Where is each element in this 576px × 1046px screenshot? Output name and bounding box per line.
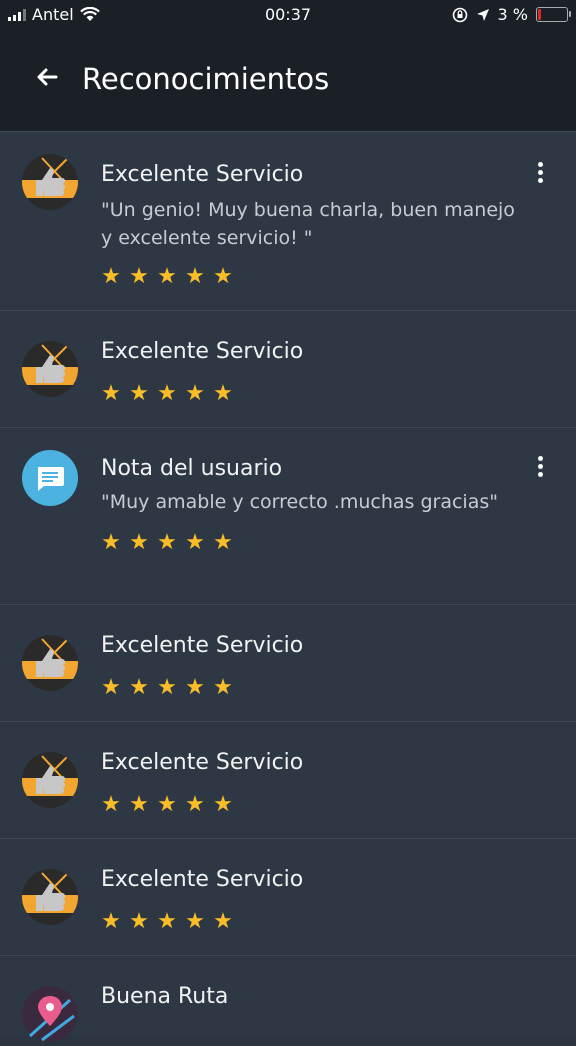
thumbs-up-icon [22, 752, 78, 808]
star-icon: ★ [129, 381, 149, 406]
list-item[interactable]: Nota del usuario "Muy amable y correcto … [0, 427, 576, 604]
chat-bubble-icon [22, 450, 78, 506]
star-icon: ★ [129, 530, 149, 555]
thumbs-up-icon [22, 869, 78, 925]
star-rating: ★ ★ ★ ★ ★ [100, 909, 234, 934]
star-icon: ★ [213, 792, 233, 817]
star-icon: ★ [101, 530, 121, 555]
thumbs-up-icon [22, 341, 78, 397]
star-icon: ★ [213, 381, 233, 406]
page-title: Reconocimientos [82, 62, 330, 96]
star-icon: ★ [185, 530, 205, 555]
app-bar: Reconocimientos [0, 30, 576, 131]
star-icon: ★ [157, 530, 177, 555]
more-options-icon[interactable] [534, 162, 546, 186]
item-title: Excelente Servicio [101, 339, 304, 364]
star-icon: ★ [129, 792, 149, 817]
star-icon: ★ [129, 909, 149, 934]
star-icon: ★ [101, 909, 121, 934]
list-item[interactable]: Excelente Servicio ★ ★ ★ ★ ★ [0, 604, 576, 721]
list-item[interactable]: Excelente Servicio "Un genio! Muy buena … [0, 131, 576, 310]
location-arrow-icon [476, 8, 489, 21]
item-title: Excelente Servicio [101, 750, 304, 775]
orientation-lock-icon [452, 7, 467, 22]
item-title: Excelente Servicio [101, 162, 304, 187]
item-comment: "Un genio! Muy buena charla, buen manejo… [101, 199, 515, 249]
item-title: Buena Ruta [101, 984, 229, 1009]
star-rating: ★ ★ ★ ★ ★ [100, 675, 234, 700]
battery-icon [536, 7, 571, 22]
star-icon: ★ [213, 675, 233, 700]
battery-percent: 3 % [497, 5, 528, 24]
map-pin-icon [22, 986, 78, 1042]
item-title: Excelente Servicio [101, 633, 304, 658]
star-icon: ★ [101, 792, 121, 817]
back-arrow-icon[interactable] [30, 62, 62, 94]
recognitions-list: Excelente Servicio "Un genio! Muy buena … [0, 131, 576, 1042]
star-rating: ★ ★ ★ ★ ★ [100, 792, 234, 817]
star-icon: ★ [101, 264, 121, 289]
star-rating: ★ ★ ★ ★ ★ [100, 530, 234, 555]
star-icon: ★ [213, 530, 233, 555]
star-icon: ★ [157, 264, 177, 289]
item-title: Nota del usuario [101, 456, 283, 481]
star-icon: ★ [157, 381, 177, 406]
star-icon: ★ [157, 909, 177, 934]
star-icon: ★ [185, 264, 205, 289]
star-icon: ★ [129, 675, 149, 700]
thumbs-up-icon [22, 635, 78, 691]
star-rating: ★ ★ ★ ★ ★ [100, 381, 234, 406]
item-comment: "Muy amable y correcto .muchas gracias" [101, 491, 498, 513]
status-bar: Antel 00:37 3 % [0, 0, 576, 30]
star-icon: ★ [213, 264, 233, 289]
thumbs-up-icon [22, 154, 78, 210]
star-icon: ★ [157, 675, 177, 700]
star-icon: ★ [129, 264, 149, 289]
list-item[interactable]: Excelente Servicio ★ ★ ★ ★ ★ [0, 838, 576, 955]
star-icon: ★ [185, 675, 205, 700]
star-icon: ★ [185, 381, 205, 406]
star-rating: ★ ★ ★ ★ ★ [100, 264, 234, 289]
star-icon: ★ [213, 909, 233, 934]
star-icon: ★ [185, 792, 205, 817]
star-icon: ★ [185, 909, 205, 934]
star-icon: ★ [101, 675, 121, 700]
list-item[interactable]: Excelente Servicio ★ ★ ★ ★ ★ [0, 310, 576, 427]
item-title: Excelente Servicio [101, 867, 304, 892]
star-icon: ★ [157, 792, 177, 817]
more-options-icon[interactable] [534, 456, 546, 480]
list-item[interactable]: Excelente Servicio ★ ★ ★ ★ ★ [0, 721, 576, 838]
star-icon: ★ [101, 381, 121, 406]
